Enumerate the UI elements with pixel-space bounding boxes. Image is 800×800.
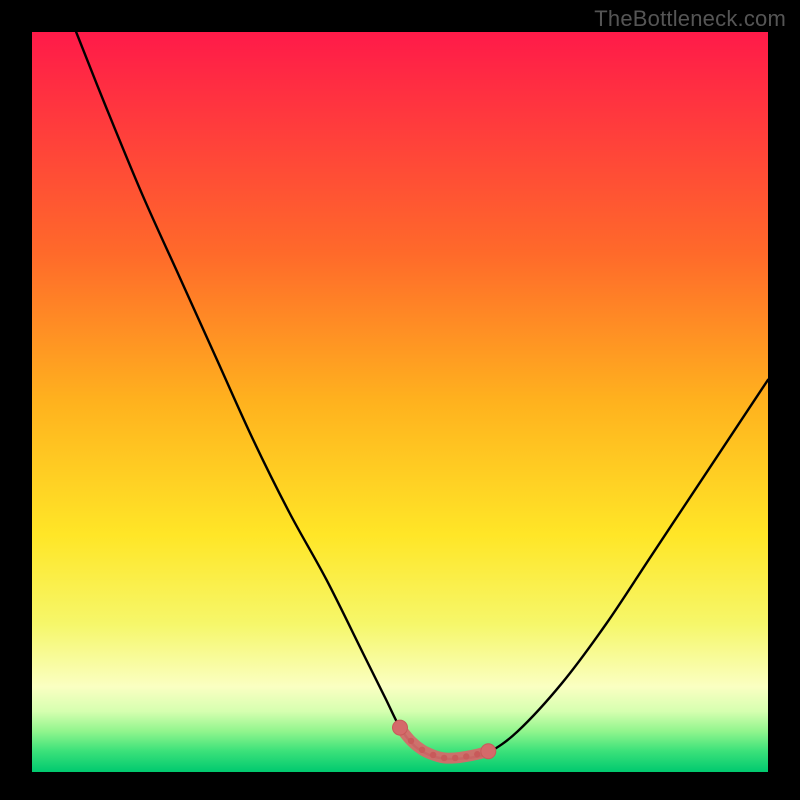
- sweet-spot-dot: [452, 755, 458, 761]
- watermark-text: TheBottleneck.com: [594, 6, 786, 32]
- sweet-spot-dot: [474, 751, 480, 757]
- gradient-background: [32, 32, 768, 772]
- sweet-spot-end-dot: [481, 744, 496, 759]
- chart-svg: [32, 32, 768, 772]
- plot-area: [32, 32, 768, 772]
- sweet-spot-dot: [441, 755, 447, 761]
- sweet-spot-start-dot: [393, 720, 408, 735]
- sweet-spot-dot: [408, 738, 414, 744]
- sweet-spot-dot: [430, 752, 436, 758]
- sweet-spot-dot: [463, 753, 469, 759]
- chart-stage: TheBottleneck.com: [0, 0, 800, 800]
- sweet-spot-dot: [419, 747, 425, 753]
